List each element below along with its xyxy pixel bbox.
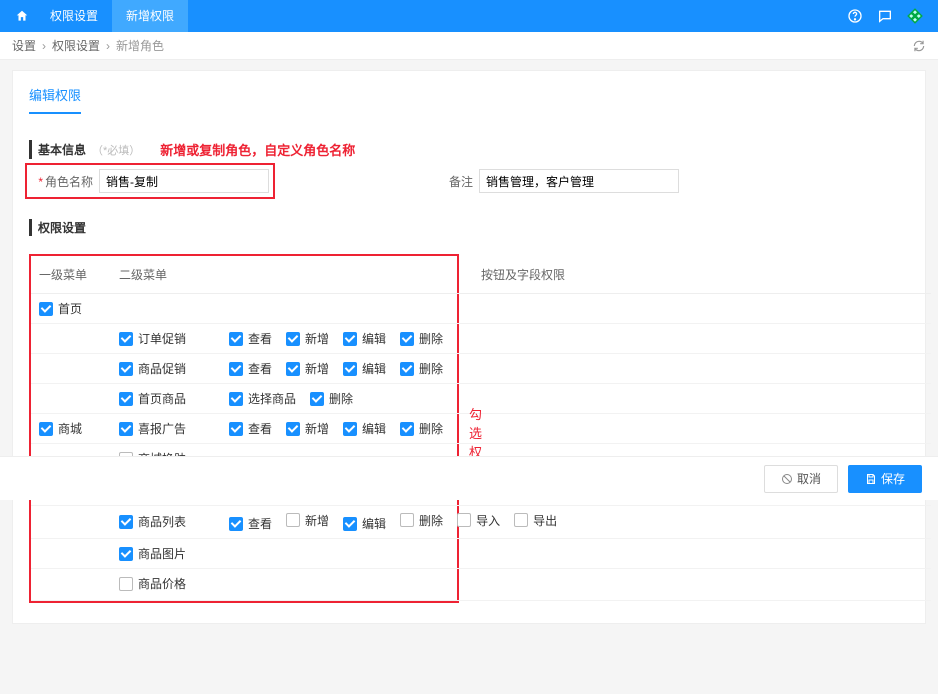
op-checkbox[interactable]: 查看 [229,360,272,377]
op-checkbox[interactable]: 编辑 [343,330,386,347]
op-checkbox[interactable]: 新增 [286,420,329,437]
op-checkbox[interactable]: 导入 [457,512,500,529]
breadcrumb-seg[interactable]: 设置 [12,32,36,60]
level1-checkbox[interactable]: 首页 [39,300,82,317]
col-level2: 二级菜单 [111,256,221,294]
table-row: 商品促销 查看新增编辑删除 [31,354,931,384]
help-icon[interactable] [840,8,870,24]
op-checkbox[interactable]: 删除 [400,360,443,377]
op-checkbox[interactable]: 查看 [229,330,272,347]
op-checkbox[interactable]: 编辑 [343,515,386,532]
op-checkbox[interactable]: 新增 [286,360,329,377]
tab-permission-settings[interactable]: 权限设置 [36,0,112,32]
op-checkbox[interactable]: 删除 [310,390,353,407]
page-title: 编辑权限 [29,85,81,114]
op-checkbox[interactable]: 新增 [286,330,329,347]
edit-card: 编辑权限 基本信息 （*必填） 新增或复制角色，自定义角色名称 *角色名称 备注… [12,70,926,624]
breadcrumb-seg[interactable]: 权限设置 [52,32,100,60]
op-checkbox[interactable]: 编辑 [343,420,386,437]
breadcrumb-current: 新增角色 [116,32,164,60]
chat-icon[interactable] [870,8,900,24]
table-row: 商品图片 [31,539,931,569]
tab-add-permission[interactable]: 新增权限 [112,0,188,32]
level2-checkbox[interactable]: 商品列表 [119,513,186,530]
refresh-icon[interactable] [912,39,926,53]
perm-heading: 权限设置 [29,219,909,236]
annotation-basic: 新增或复制角色，自定义角色名称 [160,140,355,159]
perm-highlight-box: 一级菜单 二级菜单 按钮及字段权限 首页订单促销查看新增编辑删除商品促销查看新增… [29,254,459,603]
op-checkbox[interactable]: 导出 [514,512,557,529]
home-icon[interactable] [8,9,36,23]
op-checkbox[interactable]: 删除 [400,512,443,529]
remark-input[interactable] [479,169,679,193]
level2-checkbox[interactable]: 首页商品 [119,390,186,407]
op-checkbox[interactable]: 删除 [400,420,443,437]
app-icon[interactable] [900,7,930,25]
breadcrumb: 设置 › 权限设置 › 新增角色 [0,32,938,60]
cancel-button[interactable]: 取消 [764,465,838,493]
op-checkbox[interactable]: 选择商品 [229,390,296,407]
level2-checkbox[interactable]: 商品价格 [119,575,186,592]
col-level1: 一级菜单 [31,256,111,294]
save-button[interactable]: 保存 [848,465,922,493]
op-checkbox[interactable]: 查看 [229,515,272,532]
table-row: 商品价格 [31,569,931,601]
remark-label: 备注 [449,175,473,189]
op-checkbox[interactable]: 查看 [229,420,272,437]
op-checkbox[interactable]: 删除 [400,330,443,347]
highlight-box [25,163,275,199]
op-checkbox[interactable]: 新增 [286,512,329,529]
table-row: 首页 [31,294,931,324]
table-row: 商品列表 查看新增编辑删除导入导出 [31,505,931,539]
col-ops: 按钮及字段权限 [221,256,931,294]
level2-checkbox[interactable]: 订单促销 [119,330,186,347]
level2-checkbox[interactable]: 商品促销 [119,360,186,377]
level2-checkbox[interactable]: 喜报广告 [119,420,186,437]
level1-checkbox[interactable]: 商城 [39,420,82,437]
basic-info-heading: 基本信息 （*必填） 新增或复制角色，自定义角色名称 [29,140,909,159]
footer-bar: 取消 保存 [0,456,938,500]
table-row: 订单促销 查看新增编辑删除 [31,324,931,354]
top-bar: 权限设置 新增权限 [0,0,938,32]
level2-checkbox[interactable]: 商品图片 [119,545,186,562]
op-checkbox[interactable]: 编辑 [343,360,386,377]
